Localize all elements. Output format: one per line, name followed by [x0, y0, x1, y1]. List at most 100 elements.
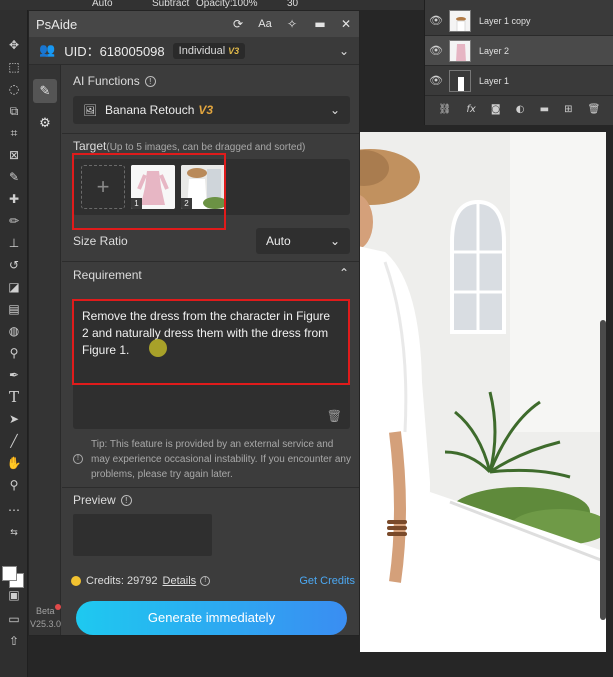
adjust-icon[interactable]: ◐: [516, 104, 525, 115]
generate-button[interactable]: Generate immediately: [76, 601, 347, 635]
fx-icon[interactable]: fx: [466, 104, 475, 115]
font-size-icon[interactable]: Aa: [256, 15, 274, 33]
size-ratio-label: Size Ratio: [73, 234, 128, 248]
healing-tool-icon[interactable]: ✚: [4, 190, 24, 208]
lasso-tool-icon[interactable]: ◌: [4, 80, 24, 98]
plan-badge: Individual V3: [172, 42, 246, 59]
quick-mask-icon[interactable]: ▣: [4, 586, 24, 604]
crop-tool-icon[interactable]: ⌗: [4, 124, 24, 142]
screen-mode-icon[interactable]: ▭: [4, 610, 24, 628]
info-icon[interactable]: !: [144, 76, 156, 87]
eyedropper-tool-icon[interactable]: ✎: [4, 168, 24, 186]
pen-tool-icon[interactable]: ✒: [4, 366, 24, 384]
settings-icon[interactable]: ⚙: [33, 111, 57, 135]
divider: [62, 261, 359, 262]
mask-icon[interactable]: ◙: [491, 104, 501, 115]
info-icon[interactable]: !: [200, 576, 211, 586]
plan-version: V3: [228, 45, 240, 56]
target-label: Target: [73, 139, 107, 153]
options-opacity-value[interactable]: 100%: [232, 0, 258, 9]
tip-text: Tip: This feature is provided by an exte…: [91, 439, 351, 480]
highlight-box: [72, 299, 350, 385]
ai-functions-heading: AI Functions!: [73, 74, 156, 88]
gradient-tool-icon[interactable]: ▤: [4, 300, 24, 318]
edit-icon[interactable]: ✎: [33, 79, 57, 103]
layer-thumbnail: [449, 9, 471, 32]
tools-panel: ✥ ⬚ ◌ ⧉ ⌗ ⊠ ✎ ✚ ✏ ⊥ ↺ ◪ ▤ ◍ ⚲ ✒ T ➤ ╱ ✋ …: [0, 10, 28, 677]
layer-name: Layer 1: [479, 75, 510, 86]
object-select-tool-icon[interactable]: ⧉: [4, 102, 24, 120]
chevron-down-icon[interactable]: ⌄: [339, 44, 349, 58]
line-tool-icon[interactable]: ╱: [4, 432, 24, 450]
options-auto[interactable]: Auto: [92, 0, 113, 9]
delete-icon[interactable]: 🗑: [588, 104, 601, 115]
coin-icon: [71, 576, 81, 586]
size-ratio-row: Size Ratio Auto ⌄: [62, 228, 359, 254]
path-select-tool-icon[interactable]: ➤: [4, 410, 24, 428]
highlight-box: [72, 153, 226, 230]
layer-name: Layer 1 copy: [479, 15, 531, 26]
canvas-photo[interactable]: [360, 132, 606, 652]
ai-function-select[interactable]: 🖼 Banana Retouch V3 ⌄: [73, 96, 350, 124]
size-ratio-select[interactable]: Auto ⌄: [256, 228, 350, 254]
eye-icon[interactable]: 👁: [425, 44, 447, 57]
move-tool-icon[interactable]: ✥: [4, 36, 24, 54]
divider: [62, 133, 359, 134]
target-hint: (Up to 5 images, can be dragged and sort…: [106, 142, 306, 153]
psaide-panel: PsAide ⟳ Aa ✧ ▬ ✕ 👥 UID：618005098 Indivi…: [28, 10, 360, 636]
details-link[interactable]: Details: [163, 575, 197, 587]
layers-panel: 👁 Layer 1 copy 👁 Layer 2 👁 Layer 1 ⛓ fx …: [424, 0, 613, 125]
refresh-icon[interactable]: ⟳: [229, 15, 247, 33]
panel-content: AI Functions! 🖼 Banana Retouch V3 ⌄ Targ…: [62, 65, 359, 635]
requirement-label: Requirement: [73, 268, 142, 282]
blur-tool-icon[interactable]: ◍: [4, 322, 24, 340]
layer-thumbnail: [449, 69, 471, 92]
foreground-color-swatch[interactable]: [2, 566, 17, 581]
canvas-scrollbar[interactable]: [600, 320, 606, 620]
info-icon: !: [73, 454, 83, 464]
panel-side-nav: ✎ ⚙: [29, 65, 61, 635]
share-icon[interactable]: ⇧: [4, 632, 24, 650]
stamp-tool-icon[interactable]: ⊥: [4, 234, 24, 252]
new-layer-icon[interactable]: ⊞: [564, 104, 572, 115]
brush-tool-icon[interactable]: ✏: [4, 212, 24, 230]
link-icon[interactable]: ⛓: [439, 104, 452, 115]
layer-row[interactable]: 👁 Layer 2: [425, 36, 613, 66]
user-bar: 👥 UID：618005098 Individual V3 ⌄: [29, 37, 359, 65]
eraser-tool-icon[interactable]: ◪: [4, 278, 24, 296]
options-value[interactable]: 30: [287, 0, 298, 9]
beta-label: Beta: [36, 606, 55, 616]
eye-icon[interactable]: 👁: [425, 14, 447, 27]
pin-icon[interactable]: ✧: [283, 15, 301, 33]
marquee-tool-icon[interactable]: ⬚: [4, 58, 24, 76]
chevron-up-icon[interactable]: ⌃: [339, 266, 349, 280]
dodge-tool-icon[interactable]: ⚲: [4, 344, 24, 362]
plan-name: Individual: [178, 44, 226, 57]
minimize-icon[interactable]: ▬: [311, 15, 329, 33]
info-icon[interactable]: !: [120, 495, 132, 506]
user-uid: UID：618005098: [64, 44, 165, 59]
swap-colors-icon[interactable]: ⇆: [4, 524, 24, 542]
get-credits-link[interactable]: Get Credits: [299, 575, 355, 587]
chevron-down-icon: ⌄: [329, 103, 340, 117]
layer-toolbar: ⛓ fx ◙ ◐ ▬ ⊞ 🗑: [425, 98, 613, 120]
panel-titlebar[interactable]: PsAide ⟳ Aa ✧ ▬ ✕: [29, 11, 359, 37]
preview-label: Preview: [73, 493, 116, 507]
folder-icon[interactable]: ▬: [540, 104, 549, 115]
layer-row[interactable]: 👁 Layer 1 copy: [425, 6, 613, 36]
eye-icon[interactable]: 👁: [425, 74, 447, 87]
hand-tool-icon[interactable]: ✋: [4, 454, 24, 472]
layer-name: Layer 2: [479, 45, 510, 56]
history-brush-tool-icon[interactable]: ↺: [4, 256, 24, 274]
image-icon: 🖼: [83, 103, 97, 117]
options-subtract[interactable]: Subtract: [152, 0, 189, 9]
type-tool-icon[interactable]: T: [4, 388, 24, 406]
preview-heading: Preview!: [73, 493, 132, 507]
more-tools-icon[interactable]: …: [4, 498, 24, 516]
zoom-tool-icon[interactable]: ⚲: [4, 476, 24, 494]
close-icon[interactable]: ✕: [337, 15, 355, 33]
credits-text: Credits: 29792: [86, 575, 158, 587]
layer-row[interactable]: 👁 Layer 1: [425, 66, 613, 96]
frame-tool-icon[interactable]: ⊠: [4, 146, 24, 164]
trash-icon[interactable]: 🗑: [327, 409, 342, 423]
